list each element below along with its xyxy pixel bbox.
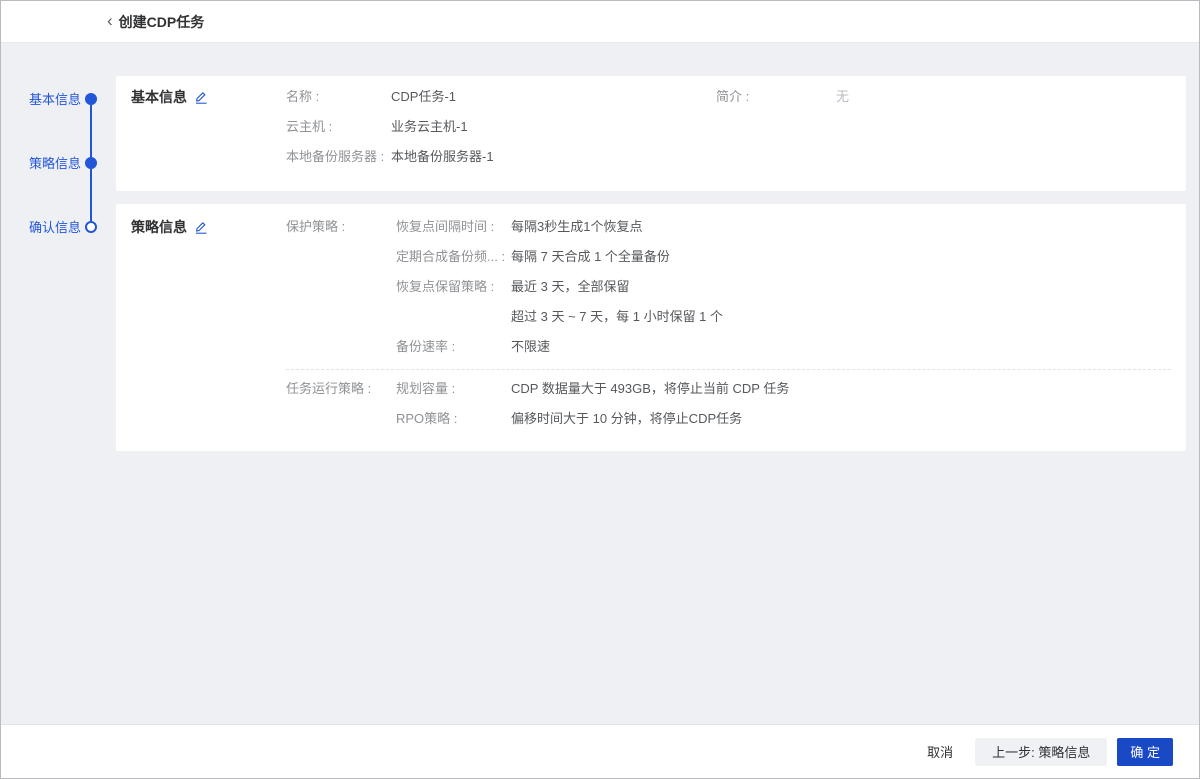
field-value: 每隔 7 天合成 1 个全量备份 [511, 247, 670, 267]
stepper-step-label: 基本信息 [29, 89, 81, 108]
field-row-backup-server: 本地备份服务器 : 本地备份服务器-1 [286, 147, 494, 167]
group-label: 保护策略 : [286, 217, 396, 367]
policy-info-card: 策略信息 保护策略 : 恢复点间隔时间 : [116, 204, 1186, 451]
edit-pencil-icon[interactable] [194, 90, 208, 104]
field-value: 无 [836, 87, 849, 107]
field-label: RPO策略 : [396, 409, 511, 429]
field-label: 本地备份服务器 : [286, 147, 391, 167]
field-row-description: 简介 : 无 [716, 87, 849, 107]
basic-info-card: 基本信息 名称 : CDP任务-1 云主机 : [116, 76, 1186, 191]
field-label: 云主机 : [286, 117, 391, 137]
runtime-policy-rows: 规划容量 : CDP 数据量大于 493GB，将停止当前 CDP 任务 RPO策… [396, 379, 1171, 439]
cancel-button[interactable]: 取消 [927, 742, 953, 761]
confirm-button[interactable]: 确 定 [1117, 738, 1173, 766]
field-value: 最近 3 天，全部保留 [511, 277, 629, 297]
policy-row-retention: 恢复点保留策略 : 最近 3 天，全部保留 [396, 277, 1171, 297]
stepper-step-policy-info[interactable]: 策略信息 [29, 153, 105, 172]
edit-pencil-icon[interactable] [194, 220, 208, 234]
field-value: 不限速 [511, 337, 550, 357]
field-value: 偏移时间大于 10 分钟，将停止CDP任务 [511, 409, 742, 429]
footer-action-bar: 取消 上一步: 策略信息 确 定 [1, 724, 1199, 778]
basic-info-card-header: 基本信息 [116, 87, 286, 177]
policy-row-rpo: RPO策略 : 偏移时间大于 10 分钟，将停止CDP任务 [396, 409, 1171, 429]
field-label: 名称 : [286, 87, 391, 107]
stepper-step-confirm-info[interactable]: 确认信息 [29, 217, 105, 236]
card-title: 策略信息 [131, 217, 187, 237]
field-label [396, 307, 511, 327]
stepper: 基本信息 策略信息 确认信息 [1, 43, 116, 726]
field-value: 每隔3秒生成1个恢复点 [511, 217, 642, 237]
policy-row-synthesis-frequency: 定期合成备份频... : 每隔 7 天合成 1 个全量备份 [396, 247, 1171, 267]
field-value: CDP 数据量大于 493GB，将停止当前 CDP 任务 [511, 379, 789, 399]
chevron-left-icon: ‹ [107, 12, 113, 29]
policy-row-retention-2: 超过 3 天 ~ 7 天，每 1 小时保留 1 个 [396, 307, 1171, 327]
hollow-dot-icon [85, 221, 97, 233]
field-label: 简介 : [716, 87, 836, 107]
card-title: 基本信息 [131, 87, 187, 107]
field-value: 本地备份服务器-1 [391, 147, 494, 167]
field-label: 恢复点间隔时间 : [396, 217, 511, 237]
policy-row-backup-speed: 备份速率 : 不限速 [396, 337, 1171, 357]
page-header: ‹ 创建CDP任务 [1, 1, 1199, 43]
main-content: 基本信息 名称 : CDP任务-1 云主机 : [116, 76, 1186, 464]
protect-policy-rows: 恢复点间隔时间 : 每隔3秒生成1个恢复点 定期合成备份频... : 每隔 7 … [396, 217, 1171, 367]
stepper-step-label: 确认信息 [29, 217, 81, 236]
back-button[interactable]: ‹ [107, 12, 119, 31]
field-label: 定期合成备份频... : [396, 247, 511, 267]
stepper-step-basic-info[interactable]: 基本信息 [29, 89, 105, 108]
basic-info-fields: 名称 : CDP任务-1 云主机 : 业务云主机-1 本地备份服务器 : 本地备… [286, 87, 494, 177]
group-label: 任务运行策略 : [286, 379, 396, 439]
field-value: 超过 3 天 ~ 7 天，每 1 小时保留 1 个 [511, 307, 723, 327]
policy-row-recovery-interval: 恢复点间隔时间 : 每隔3秒生成1个恢复点 [396, 217, 1171, 237]
field-row-name: 名称 : CDP任务-1 [286, 87, 494, 107]
policy-row-planned-capacity: 规划容量 : CDP 数据量大于 493GB，将停止当前 CDP 任务 [396, 379, 1171, 399]
protect-policy-group: 保护策略 : 恢复点间隔时间 : 每隔3秒生成1个恢复点 定期合成备份频... … [286, 217, 1171, 367]
page-body: 基本信息 策略信息 确认信息 基本信息 [1, 43, 1199, 726]
field-label: 备份速率 : [396, 337, 511, 357]
create-cdp-task-page: ‹ 创建CDP任务 基本信息 策略信息 确认信息 [0, 0, 1200, 779]
runtime-policy-group: 任务运行策略 : 规划容量 : CDP 数据量大于 493GB，将停止当前 CD… [286, 379, 1171, 439]
field-value: CDP任务-1 [391, 87, 456, 107]
field-label: 规划容量 : [396, 379, 511, 399]
policy-info-body: 保护策略 : 恢复点间隔时间 : 每隔3秒生成1个恢复点 定期合成备份频... … [286, 217, 1171, 439]
dashed-divider [286, 369, 1171, 370]
page-title: 创建CDP任务 [119, 12, 205, 32]
policy-info-card-header: 策略信息 [116, 217, 286, 439]
field-value: 业务云主机-1 [391, 117, 468, 137]
field-row-cloud-host: 云主机 : 业务云主机-1 [286, 117, 494, 137]
previous-step-button[interactable]: 上一步: 策略信息 [975, 738, 1107, 766]
field-label: 恢复点保留策略 : [396, 277, 511, 297]
stepper-step-label: 策略信息 [29, 153, 81, 172]
filled-dot-icon [85, 157, 97, 169]
filled-dot-icon [85, 93, 97, 105]
